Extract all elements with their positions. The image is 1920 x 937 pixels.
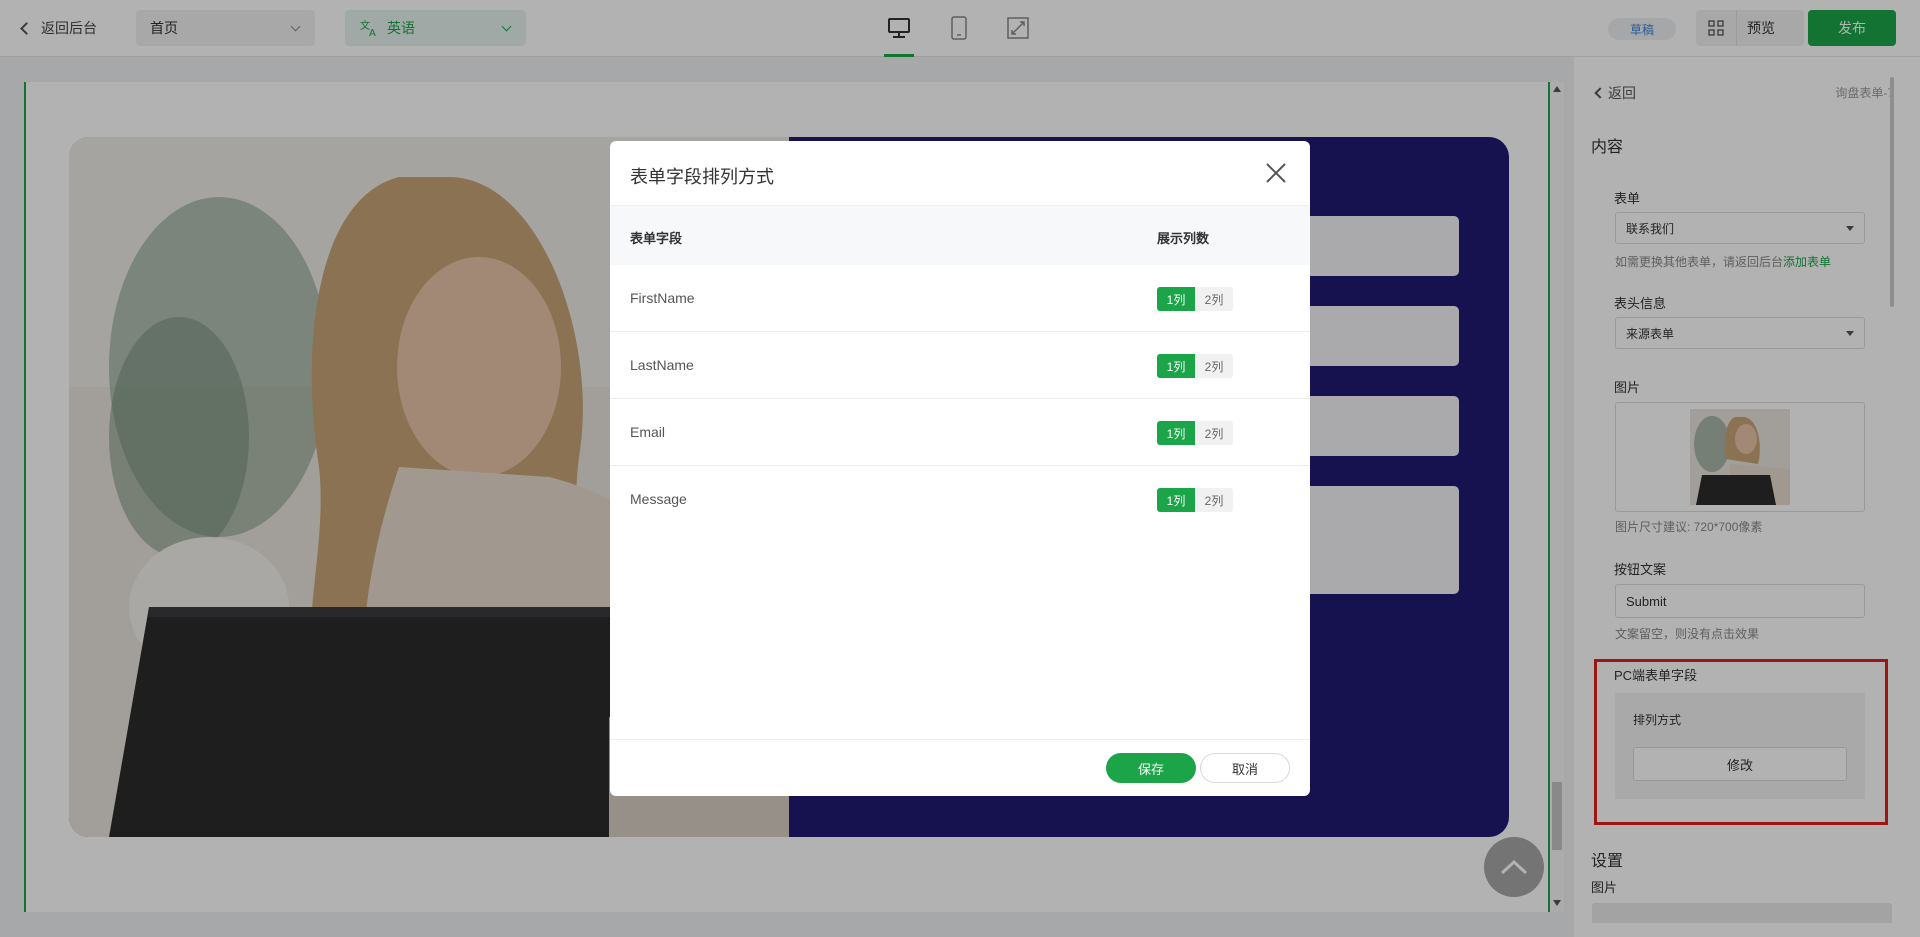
column-count-toggle: 1列 2列 xyxy=(1157,354,1233,378)
column-header-count: 展示列数 xyxy=(1157,231,1210,246)
table-row: LastName 1列 2列 xyxy=(610,332,1310,399)
table-row: FirstName 1列 2列 xyxy=(610,265,1310,332)
field-name: FirstName xyxy=(630,290,695,306)
field-name: Email xyxy=(630,424,666,440)
column-count-toggle: 1列 2列 xyxy=(1157,488,1233,512)
column-count-toggle: 1列 2列 xyxy=(1157,421,1233,445)
table-row: Message 1列 2列 xyxy=(610,466,1310,533)
field-name: LastName xyxy=(630,357,694,373)
two-column-option[interactable]: 2列 xyxy=(1195,421,1233,445)
one-column-option[interactable]: 1列 xyxy=(1157,488,1195,512)
one-column-option[interactable]: 1列 xyxy=(1157,421,1195,445)
column-count-toggle: 1列 2列 xyxy=(1157,287,1233,311)
field-arrangement-dialog: 表单字段排列方式 表单字段 展示列数 FirstName 1列 2列 LastN… xyxy=(610,141,1310,796)
dialog-footer: 保存 取消 xyxy=(610,739,1310,796)
column-header-field: 表单字段 xyxy=(630,231,683,246)
table-row: Email 1列 2列 xyxy=(610,399,1310,466)
save-button[interactable]: 保存 xyxy=(1106,753,1196,783)
one-column-option[interactable]: 1列 xyxy=(1157,287,1195,311)
two-column-option[interactable]: 2列 xyxy=(1195,354,1233,378)
cancel-button[interactable]: 取消 xyxy=(1200,753,1290,783)
two-column-option[interactable]: 2列 xyxy=(1195,287,1233,311)
close-icon xyxy=(1266,163,1286,183)
field-name: Message xyxy=(630,491,687,507)
dialog-title: 表单字段排列方式 xyxy=(630,167,774,187)
two-column-option[interactable]: 2列 xyxy=(1195,488,1233,512)
one-column-option[interactable]: 1列 xyxy=(1157,354,1195,378)
close-button[interactable] xyxy=(1264,161,1288,185)
table-header: 表单字段 展示列数 xyxy=(610,205,1310,265)
